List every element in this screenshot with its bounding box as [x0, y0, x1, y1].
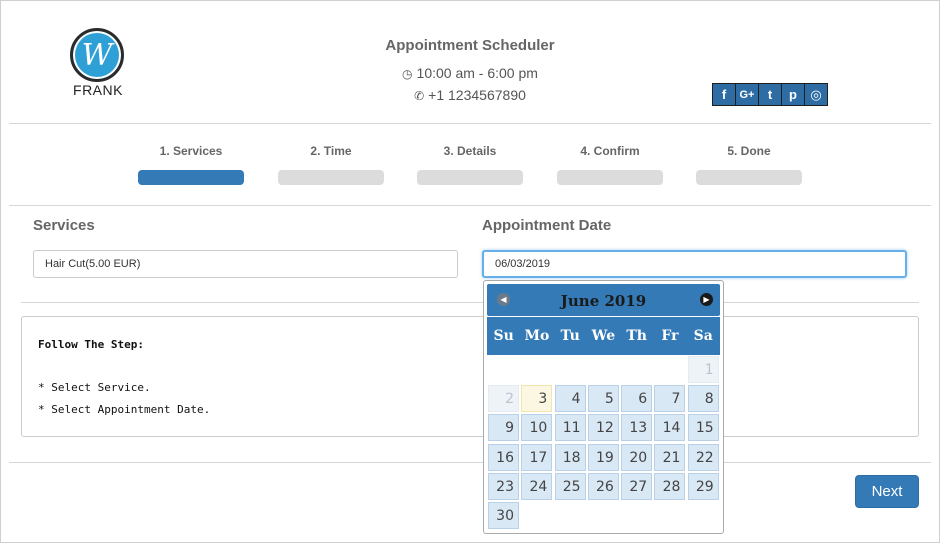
step-progress-bar: [278, 170, 384, 185]
calendar-day[interactable]: 29: [687, 472, 719, 500]
calendar-day[interactable]: 7: [654, 385, 686, 413]
twitter-icon[interactable]: t: [758, 83, 782, 106]
services-label: Services: [33, 217, 95, 234]
step-confirm: 4. Confirm: [557, 144, 663, 185]
instruction-item: * Select Service.: [38, 381, 151, 394]
weekday-header: Su Mo Tu We Th Fr Sa: [487, 317, 720, 355]
calendar-day[interactable]: 14: [654, 414, 686, 442]
divider: [21, 302, 919, 303]
calendar-day[interactable]: 10: [521, 414, 553, 442]
divider: [9, 462, 931, 463]
calendar-day[interactable]: 19: [587, 443, 619, 471]
calendar-day[interactable]: 12: [587, 414, 619, 442]
instagram-icon[interactable]: ◎: [804, 83, 828, 106]
calendar-day-today[interactable]: 3: [521, 385, 553, 413]
calendar-day[interactable]: 18: [554, 443, 586, 471]
calendar-day[interactable]: 24: [521, 472, 553, 500]
calendar-day[interactable]: 16: [488, 443, 519, 471]
weekday-label: Tu: [560, 328, 580, 344]
logo-badge: W: [70, 28, 124, 82]
calendar-day[interactable]: 17: [521, 443, 553, 471]
weekday-label: We: [591, 328, 616, 344]
instructions-title: Follow The Step:: [38, 338, 144, 351]
step-label: 2. Time: [310, 144, 352, 158]
logo: W FRANK: [70, 28, 126, 98]
calendar-day[interactable]: 11: [554, 414, 586, 442]
calendar-day[interactable]: 26: [587, 472, 619, 500]
calendar-day[interactable]: 6: [621, 385, 653, 413]
phone-icon: ✆: [414, 89, 425, 103]
datepicker-month: June 2019: [560, 292, 647, 310]
calendar-day-disabled: 2: [488, 385, 519, 413]
weekday-label: Fr: [661, 328, 679, 344]
calendar-day[interactable]: 8: [687, 385, 719, 413]
divider: [9, 123, 931, 124]
services-select[interactable]: Hair Cut(5.00 EUR): [33, 250, 458, 278]
weekday-label: Th: [626, 328, 647, 344]
pinterest-icon[interactable]: p: [781, 83, 805, 106]
step-label: 3. Details: [443, 144, 497, 158]
step-done: 5. Done: [696, 144, 802, 185]
datepicker-header: ◀ June 2019 ▶: [487, 284, 720, 316]
calendar-day[interactable]: 27: [621, 472, 653, 500]
divider: [9, 205, 931, 206]
appointment-date-value: 06/03/2019: [495, 258, 551, 270]
business-hours-text: 10:00 am - 6:00 pm: [416, 65, 538, 81]
step-progress-bar: [557, 170, 663, 185]
appointment-date-input[interactable]: 06/03/2019: [482, 250, 907, 278]
weekday-label: Su: [493, 328, 514, 344]
calendar-day[interactable]: 5: [587, 385, 619, 413]
step-label: 4. Confirm: [580, 144, 640, 158]
step-services: 1. Services: [138, 144, 244, 185]
calendar-day[interactable]: 9: [488, 414, 519, 442]
calendar-day[interactable]: 22: [687, 443, 719, 471]
next-button[interactable]: Next: [855, 475, 919, 508]
instruction-item: * Select Appointment Date.: [38, 403, 211, 416]
weekday-label: Mo: [524, 328, 550, 344]
step-time: 2. Time: [278, 144, 384, 185]
chevron-right-icon[interactable]: ▶: [700, 293, 713, 306]
phone-number: ✆ +1 1234567890: [350, 87, 590, 103]
step-label: 5. Done: [727, 144, 771, 158]
step-progress-bar: [417, 170, 523, 185]
page-title: Appointment Scheduler: [385, 37, 555, 54]
calendar-day-disabled: 1: [687, 356, 719, 383]
instructions-box: Follow The Step: * Select Service. * Sel…: [21, 316, 919, 437]
social-links: f G+ t p ◎: [712, 83, 828, 106]
calendar-day[interactable]: 20: [621, 443, 653, 471]
step-label: 1. Services: [159, 144, 223, 158]
google-plus-icon[interactable]: G+: [735, 83, 759, 106]
facebook-icon[interactable]: f: [712, 83, 736, 106]
phone-number-text: +1 1234567890: [428, 87, 526, 103]
step-progress-bar: [138, 170, 244, 185]
calendar-day[interactable]: 15: [687, 414, 719, 442]
calendar-day[interactable]: 4: [554, 385, 586, 413]
appointment-date-label: Appointment Date: [482, 217, 612, 234]
step-details: 3. Details: [417, 144, 523, 185]
calendar-day[interactable]: 21: [654, 443, 686, 471]
logo-letter: W: [81, 37, 113, 73]
weekday-label: Sa: [693, 328, 713, 344]
calendar-day[interactable]: 30: [488, 502, 519, 529]
business-hours: ◷ 10:00 am - 6:00 pm: [350, 65, 590, 81]
services-select-value: Hair Cut(5.00 EUR): [45, 258, 141, 270]
logo-name: FRANK: [73, 82, 123, 98]
calendar-day[interactable]: 25: [554, 472, 586, 500]
calendar-day[interactable]: 13: [621, 414, 653, 442]
datepicker: ◀ June 2019 ▶ Su Mo Tu We Th Fr Sa 12345…: [483, 280, 724, 534]
calendar-day[interactable]: 23: [488, 472, 519, 500]
clock-icon: ◷: [402, 67, 413, 81]
step-progress-bar: [696, 170, 802, 185]
calendar-day[interactable]: 28: [654, 472, 686, 500]
